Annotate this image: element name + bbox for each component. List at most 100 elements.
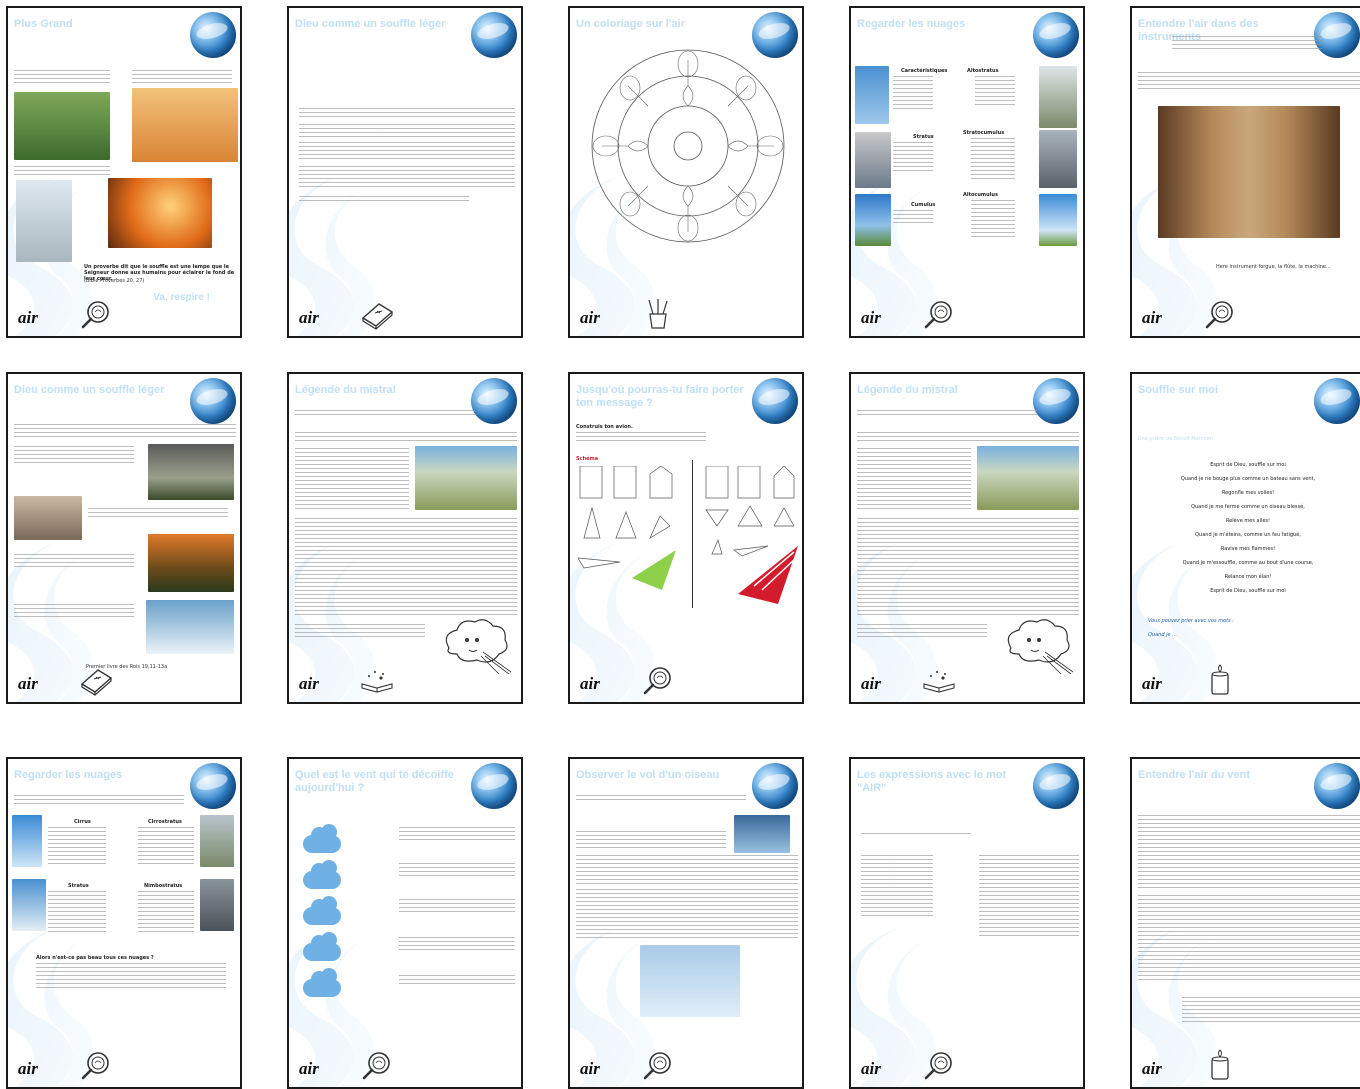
page-souffle-sur-moi[interactable]: Souffle sur moi Une prière de Benoît Mar… [1130,372,1360,704]
text-block [14,166,110,176]
photo-cloud [12,815,42,867]
air-logo: air [580,1059,600,1078]
text-block [861,855,933,919]
text-block [893,76,933,112]
text-block [576,855,798,885]
text-block [14,70,110,84]
page-dieu-souffle-2[interactable]: Dieu comme un souffle léger Premier livr… [6,372,242,704]
text-block [295,624,425,638]
cloud-label: Caractéristiques [901,68,948,74]
prayer-poem: Esprit de Dieu, souffle sur moi Quand je… [1142,458,1354,598]
text-block [14,554,134,568]
page-instruments[interactable]: Entendre l'air dans des instruments Here… [1130,6,1360,338]
candle-icon [1202,664,1238,696]
poem-line: Ravive mes flammes! [1220,546,1276,552]
page-title: Souffle sur moi [1138,384,1219,396]
photo-ruins [14,496,82,540]
poem-line: Relève mes ailes! [1225,518,1271,524]
page-title: Jusqu'où pourras-tu faire porter ton mes… [576,384,744,409]
globe-icon [190,12,236,58]
page-title: Plus Grand [14,18,73,30]
text-block [295,448,409,512]
text-block [295,432,517,442]
page-nuages-2[interactable]: Regarder les nuages Cirrus Cirrostratus … [6,757,242,1089]
page-title: Observer le vol d'un oiseau [576,769,720,781]
wind-cloud-drawing [1007,619,1074,674]
text-block [576,432,706,442]
magnifier-icon [921,298,957,330]
text-block [88,508,228,518]
text-block [893,210,933,226]
text-block [14,424,236,440]
photo-organ [1158,106,1340,238]
magnifier-icon [640,1049,676,1081]
cloud-shape [303,932,341,961]
photo-fire [148,534,234,592]
page-coloriage[interactable]: Un coloriage sur l'air air [568,6,804,338]
photo-yoga-children [14,92,110,160]
poem-line: Quand je ne bouge plus comme un bateau s… [1180,476,1316,482]
globe-icon [1033,12,1079,58]
cloud-shape [303,896,341,925]
text-block [893,142,933,172]
page-legende-mistral[interactable]: Légende du mistral air [287,372,523,704]
call-to-action: Va, respire ! [153,292,210,303]
book-icon [921,664,957,696]
magnifier-icon [78,298,114,330]
photo-feather [146,600,234,654]
photo-bird [734,815,790,853]
photo-cloud [855,66,889,124]
text-block [132,70,232,84]
text-block [299,124,515,138]
text-block [576,795,746,801]
poem-line: Quand je me ferme comme un oiseau blessé… [1191,504,1305,510]
page-message-avion[interactable]: Jusqu'où pourras-tu faire porter ton mes… [568,372,804,704]
page-vent-decoiffe[interactable]: Quel est le vent qui te décoiffe aujourd… [287,757,523,1089]
page-legende-mistral-2[interactable]: Légende du mistral air [849,372,1085,704]
photo-cloud [200,815,234,867]
text-block [1138,815,1360,889]
cloud-label: Cumulus [911,202,936,208]
poem-line: Relance mon élan! [1224,574,1272,580]
page-title: Un coloriage sur l'air [576,18,685,30]
page-dieu-souffle[interactable]: Dieu comme un souffle léger air [287,6,523,338]
page-expressions-air[interactable]: Les expressions avec le mot "AIR" air [849,757,1085,1089]
magnifier-icon [1202,298,1238,330]
air-logo: air [299,308,319,327]
air-logo: air [18,308,38,327]
cloud-label: Stratus [68,883,89,889]
page-title: Regarder les nuages [857,18,966,30]
question: Alors n'est-ce pas beau tous ces nuages … [36,955,154,961]
air-logo: air [1142,308,1162,327]
text-block [971,138,1015,182]
divider [692,460,693,608]
air-logo: air [1142,674,1162,693]
poem-line: Quand je m'éteins, comme un feu fatigué, [1195,532,1301,538]
air-logo: air [580,308,600,327]
page-nuages[interactable]: Regarder les nuages Caractéristiques Alt… [849,6,1085,338]
photo-cloud [855,194,891,246]
text-block [138,827,194,867]
text-block [299,196,469,202]
page-plus-grand[interactable]: Plus Grand Un proverbe dit que le souffl… [6,6,242,338]
photo-stacked-stones [16,180,72,262]
cloud-shape [303,824,341,853]
text-block [1172,36,1322,50]
globe-icon [471,378,517,424]
page-air-du-vent[interactable]: Entendre l'air du vent air [1130,757,1360,1089]
globe-icon [471,763,517,809]
text-block [861,833,971,837]
text-block [295,410,475,416]
magnifier-icon [359,1049,395,1081]
page-vol-oiseau[interactable]: Observer le vol d'un oiseau air [568,757,804,1089]
magnifier-icon [640,664,676,696]
poem-line: Quand je m'essouffle, comme au bout d'un… [1182,560,1314,566]
prayer-invite: Vous pouvez prier avec vos mots : [1148,618,1234,624]
mandala-coloring [591,49,785,243]
globe-icon [471,12,517,58]
text-block [1138,895,1360,981]
page-title: Les expressions avec le mot "AIR" [857,769,1007,794]
globe-icon [1033,763,1079,809]
subtitle: Une prière de Benoît Marchon [1138,436,1213,442]
photo-cloud [12,879,46,931]
